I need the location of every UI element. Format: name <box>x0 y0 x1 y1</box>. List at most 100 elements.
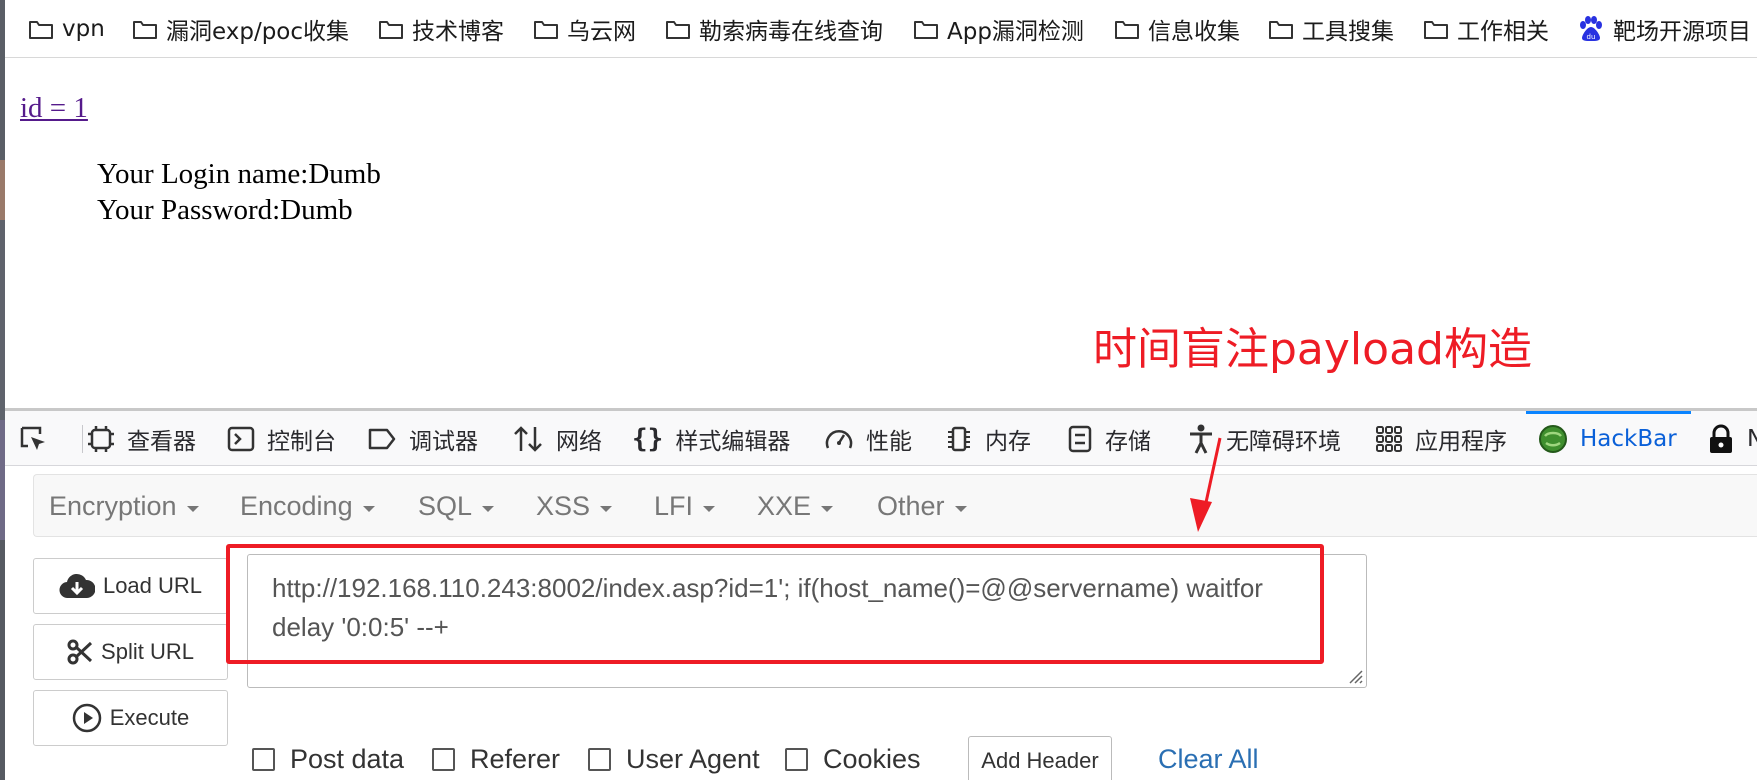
tab-memory[interactable]: 内存 <box>945 411 1031 465</box>
post-data-checkbox[interactable]: Post data <box>252 744 404 775</box>
menu-label: Encryption <box>49 491 177 521</box>
caret-down-icon <box>703 505 716 512</box>
cloud-download-icon <box>59 573 95 599</box>
bookmark-ransomware[interactable]: 勒索病毒在线查询 <box>665 0 883 57</box>
tab-label: 应用程序 <box>1415 428 1507 455</box>
payload-highlight-box <box>226 544 1324 664</box>
hackbar-menu-bar: Encryption Encoding SQL XSS LFI XXE Othe… <box>33 474 1757 537</box>
login-name-text: Your Login name:Dumb <box>97 158 381 190</box>
tab-label: 调试器 <box>409 428 478 455</box>
tab-performance[interactable]: 性能 <box>824 411 912 465</box>
bookmark-info-gather[interactable]: 信息收集 <box>1114 0 1240 57</box>
execute-button[interactable]: Execute <box>33 690 228 746</box>
play-circle-icon <box>72 703 101 733</box>
tab-accessibility[interactable]: 无障碍环境 <box>1188 411 1341 465</box>
hackbar-panel: Encryption Encoding SQL XSS LFI XXE Othe… <box>5 466 1757 780</box>
tab-label: 性能 <box>866 428 912 455</box>
clear-all-link[interactable]: Clear All <box>1158 744 1259 775</box>
tab-overflow[interactable]: N <box>1707 411 1757 465</box>
caret-down-icon <box>186 505 199 512</box>
menu-label: XXE <box>757 491 812 521</box>
checkbox-box[interactable] <box>252 748 275 771</box>
toolbar-separator <box>82 425 83 453</box>
bookmark-label: 工作相关 <box>1457 19 1549 45</box>
add-header-button[interactable]: Add Header <box>968 736 1112 780</box>
bookmark-label: vpn <box>62 16 105 42</box>
checkbox-box[interactable] <box>785 748 808 771</box>
menu-label: XSS <box>536 491 591 521</box>
resize-grip-icon[interactable] <box>1345 666 1363 684</box>
tab-label: 网络 <box>556 428 602 455</box>
tab-storage[interactable]: 存储 <box>1067 411 1151 465</box>
debugger-icon <box>368 428 396 449</box>
element-picker-icon <box>20 426 45 450</box>
tab-label: 样式编辑器 <box>675 428 791 455</box>
folder-icon <box>1424 21 1448 39</box>
element-picker-button[interactable] <box>18 411 60 465</box>
bookmark-app-vuln[interactable]: App漏洞检测 <box>913 0 1084 57</box>
tab-application[interactable]: 应用程序 <box>1375 411 1507 465</box>
bookmark-tech-blog[interactable]: 技术博客 <box>378 0 504 57</box>
tab-hackbar[interactable]: HackBar <box>1526 411 1691 465</box>
svg-text:du: du <box>1587 33 1596 41</box>
menu-label: LFI <box>654 491 694 521</box>
folder-icon <box>534 21 558 39</box>
menu-other[interactable]: Other <box>877 475 967 538</box>
load-url-button[interactable]: Load URL <box>33 558 228 614</box>
referer-checkbox[interactable]: Referer <box>432 744 560 775</box>
style-editor-icon: {} <box>632 423 664 454</box>
checkbox-label: Referer <box>470 744 561 774</box>
bookmark-label: 乌云网 <box>567 19 636 45</box>
checkbox-box[interactable] <box>432 748 455 771</box>
bookmark-work[interactable]: 工作相关 <box>1423 0 1549 57</box>
inspector-icon <box>88 425 114 452</box>
bookmark-label: 勒索病毒在线查询 <box>699 19 883 45</box>
accessibility-icon <box>1190 424 1212 454</box>
bookmark-label: 靶场开源项目 <box>1613 19 1751 45</box>
caret-down-icon <box>600 505 613 512</box>
cookies-checkbox[interactable]: Cookies <box>785 744 921 775</box>
tab-network[interactable]: 网络 <box>512 411 602 465</box>
application-icon <box>1376 425 1402 452</box>
bookmark-exp-poc[interactable]: 漏洞exp/poc收集 <box>132 0 349 57</box>
checkbox-box[interactable] <box>588 748 611 771</box>
folder-icon <box>1269 21 1293 39</box>
bookmark-label: 工具搜集 <box>1302 19 1394 45</box>
menu-xss[interactable]: XSS <box>536 475 613 538</box>
bookmark-vpn[interactable]: vpn <box>28 0 105 57</box>
tab-label: N <box>1747 426 1757 452</box>
menu-xxe[interactable]: XXE <box>757 475 834 538</box>
memory-icon <box>948 426 970 451</box>
menu-label: SQL <box>418 491 473 521</box>
button-label: Load URL <box>102 573 203 598</box>
folder-icon <box>914 21 938 39</box>
menu-encryption[interactable]: Encryption <box>49 475 199 538</box>
split-url-button[interactable]: Split URL <box>33 624 228 680</box>
caret-down-icon <box>954 505 967 512</box>
tab-label: 查看器 <box>127 428 196 455</box>
tab-inspector[interactable]: 查看器 <box>87 411 196 465</box>
menu-lfi[interactable]: LFI <box>654 475 716 538</box>
bookmark-label: App漏洞检测 <box>947 19 1084 45</box>
folder-icon <box>666 21 690 39</box>
bookmark-tools[interactable]: 工具搜集 <box>1268 0 1394 57</box>
menu-sql[interactable]: SQL <box>418 475 495 538</box>
tab-style-editor[interactable]: {} 样式编辑器 <box>632 411 791 465</box>
checkbox-label: Post data <box>290 744 405 774</box>
button-label: Split URL <box>101 639 194 664</box>
tab-label: 控制台 <box>267 428 336 455</box>
tab-label: 存储 <box>1105 428 1151 455</box>
folder-icon <box>379 21 403 39</box>
page-content: id = 1 Your Login name:Dumb Your Passwor… <box>5 59 1757 409</box>
bookmark-wooyun[interactable]: 乌云网 <box>533 0 636 57</box>
folder-icon <box>1115 21 1139 39</box>
bookmark-range-open-source[interactable]: du 靶场开源项目 <box>1577 0 1751 57</box>
tab-console[interactable]: 控制台 <box>227 411 336 465</box>
id-link[interactable]: id = 1 <box>20 92 88 125</box>
tab-label: 无障碍环境 <box>1226 428 1341 455</box>
user-agent-checkbox[interactable]: User Agent <box>588 744 760 775</box>
menu-label: Other <box>877 491 945 521</box>
bookmark-label: 信息收集 <box>1148 19 1240 45</box>
tab-debugger[interactable]: 调试器 <box>367 411 478 465</box>
menu-encoding[interactable]: Encoding <box>240 475 375 538</box>
